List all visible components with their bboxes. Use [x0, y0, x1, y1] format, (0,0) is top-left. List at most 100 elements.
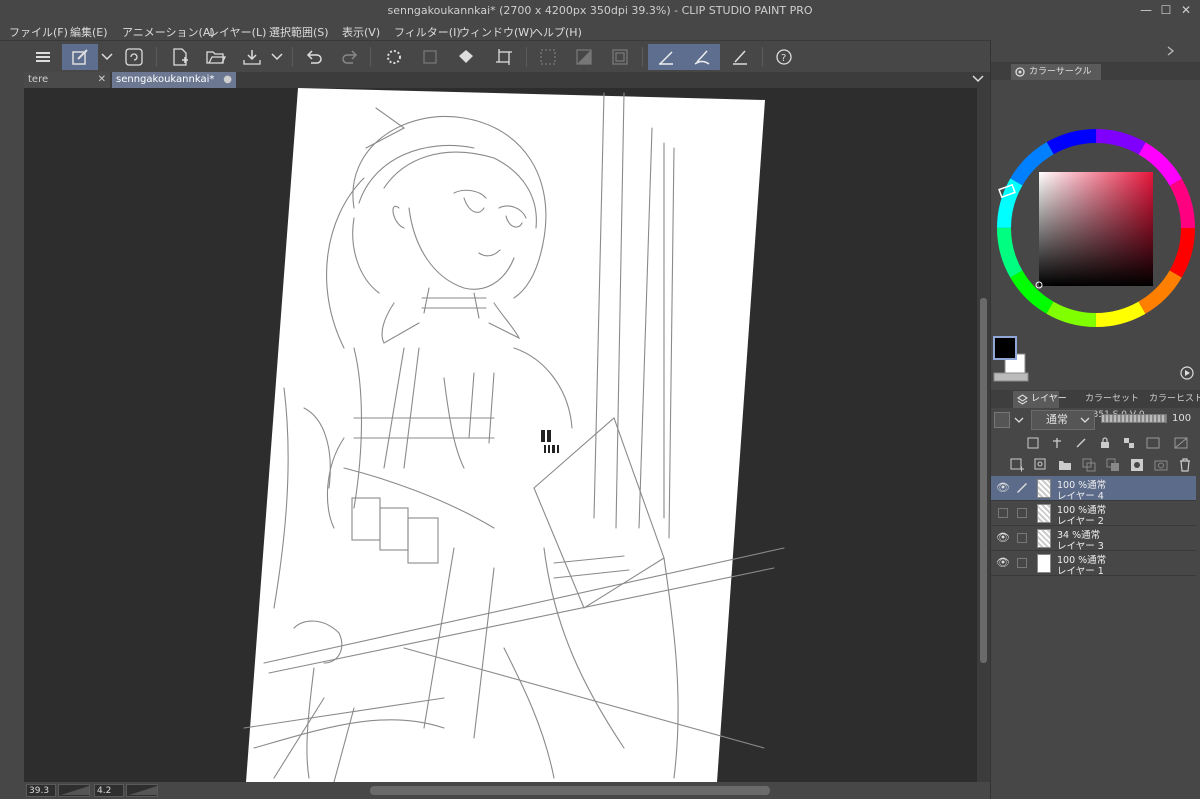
zoom-slider[interactable]	[58, 784, 90, 797]
transparent-color-swatch[interactable]	[993, 372, 1029, 382]
invert-selection-icon[interactable]	[570, 44, 598, 70]
trash-icon[interactable]	[1177, 457, 1193, 473]
transform-icon[interactable]	[416, 44, 444, 70]
menu-filter[interactable]: フィルター(I)	[394, 24, 461, 40]
menu-edit[interactable]: 編集(E)	[70, 24, 108, 40]
rotation-slider[interactable]	[126, 784, 158, 797]
zoom-value[interactable]: 39.3	[26, 784, 56, 797]
crop-icon[interactable]	[490, 44, 518, 70]
edit-checkbox[interactable]	[1017, 558, 1027, 568]
draft-layer-icon[interactable]	[1073, 435, 1089, 451]
chevron-down-icon[interactable]	[268, 44, 286, 70]
layer-name[interactable]: レイヤー 3	[1057, 538, 1104, 552]
chevron-down-icon[interactable]	[972, 75, 984, 84]
tab-label: tere	[28, 74, 49, 85]
unsaved-dot-icon[interactable]: ●	[223, 72, 232, 87]
menu-selection[interactable]: 選択範囲(S)	[269, 24, 329, 40]
snap-ruler-icon[interactable]	[648, 44, 684, 70]
new-folder-icon[interactable]	[1057, 457, 1073, 473]
chevron-right-icon[interactable]	[1167, 46, 1175, 56]
chevron-down-icon[interactable]	[1014, 417, 1024, 424]
menu-window[interactable]: ウィンドウ(W)	[459, 24, 533, 40]
close-button[interactable]: ✕	[1178, 2, 1194, 18]
eye-icon[interactable]: 👁	[996, 557, 1010, 569]
tab-senngakoukannkai[interactable]: senngakoukannkai* ●	[112, 72, 236, 88]
horizontal-scroll-thumb[interactable]	[370, 786, 770, 795]
tab-color-history[interactable]: カラーヒストリー	[1131, 391, 1200, 408]
eye-icon[interactable]: 👁	[996, 532, 1010, 544]
opacity-slider[interactable]	[1101, 414, 1167, 423]
layer-row[interactable]: 👁 100 %通常 レイヤー 1	[991, 551, 1196, 577]
main-color-swatch[interactable]	[993, 336, 1017, 360]
layer-name[interactable]: レイヤー 1	[1057, 563, 1104, 577]
rotation-value[interactable]: 4.2	[94, 784, 124, 797]
canvas-area[interactable]	[24, 88, 977, 782]
loading-spinner-icon[interactable]	[380, 44, 408, 70]
lock-transparency-icon[interactable]	[1121, 435, 1137, 451]
scroll-thumb[interactable]	[980, 298, 987, 663]
clip-layer-icon[interactable]	[1025, 435, 1041, 451]
layer-list-empty-area[interactable]	[991, 576, 1200, 799]
title-bar: senngakoukannkai* (2700 x 4200px 350dpi …	[0, 0, 1200, 22]
minimize-button[interactable]: —	[1138, 2, 1154, 18]
undo-icon[interactable]	[300, 44, 328, 70]
fill-bucket-icon[interactable]	[452, 44, 480, 70]
lock-icon[interactable]	[1097, 435, 1113, 451]
new-raster-layer-icon[interactable]	[1009, 457, 1025, 473]
layer-color-button[interactable]	[994, 412, 1010, 428]
menu-animation[interactable]: アニメーション(A)	[122, 24, 215, 40]
layer-name[interactable]: レイヤー 4	[1057, 488, 1104, 502]
new-file-icon[interactable]	[166, 44, 194, 70]
menu-hamburger-icon[interactable]	[29, 44, 57, 70]
sketch-canvas[interactable]	[24, 88, 977, 782]
tab-color-history-label: カラーヒストリー	[1149, 394, 1200, 404]
selection-border-icon[interactable]	[606, 44, 634, 70]
menu-file[interactable]: ファイル(F)	[9, 24, 68, 40]
edit-checkbox[interactable]	[1017, 533, 1027, 543]
close-icon[interactable]: ✕	[98, 72, 106, 87]
layer-option-icons	[991, 432, 1200, 454]
tab-color-circle-label: カラーサークル	[1029, 67, 1092, 77]
color-circle-area[interactable]: H 351 S 0 V 0	[991, 80, 1200, 420]
tab-layer-label: レイヤー	[1031, 394, 1067, 404]
layer-row[interactable]: 👁 34 %通常 レイヤー 3	[991, 526, 1196, 552]
help-icon[interactable]: ?	[770, 44, 798, 70]
redo-icon[interactable]	[336, 44, 364, 70]
layer-row[interactable]: 100 %通常 レイヤー 2	[991, 501, 1196, 527]
chevron-down-icon[interactable]	[98, 44, 116, 70]
layer-thumbnail	[1037, 504, 1051, 523]
mask-icon[interactable]	[1145, 435, 1161, 451]
blend-mode-select[interactable]: 通常	[1031, 410, 1095, 430]
merge-lower-icon[interactable]	[1105, 457, 1121, 473]
menu-view[interactable]: 表示(V)	[342, 24, 380, 40]
swirl-icon[interactable]	[120, 44, 148, 70]
snap-grid-icon[interactable]	[726, 44, 754, 70]
layer-row[interactable]: 👁 100 %通常 レイヤー 4	[991, 476, 1196, 502]
color-wheel[interactable]	[991, 80, 1200, 390]
tab-color-set[interactable]: カラーセット	[1067, 391, 1139, 408]
layer-mask-icon[interactable]	[1129, 457, 1145, 473]
maximize-button[interactable]: ☐	[1158, 2, 1174, 18]
apply-mask-icon[interactable]	[1153, 457, 1169, 473]
menu-layer[interactable]: レイヤー(L)	[208, 24, 266, 40]
layer-name[interactable]: レイヤー 2	[1057, 513, 1104, 527]
visibility-checkbox[interactable]	[998, 508, 1008, 518]
clip-studio-icon[interactable]	[62, 44, 98, 70]
palette-icon[interactable]	[1173, 435, 1189, 451]
reference-layer-icon[interactable]	[1049, 435, 1065, 451]
snap-special-ruler-icon[interactable]	[684, 44, 720, 70]
transfer-lower-icon[interactable]	[1081, 457, 1097, 473]
opacity-value[interactable]: 100	[1172, 413, 1191, 424]
eye-icon[interactable]: 👁	[996, 482, 1010, 494]
menu-help[interactable]: ヘルプ(H)	[532, 24, 582, 40]
save-icon[interactable]	[238, 44, 266, 70]
open-folder-icon[interactable]	[202, 44, 230, 70]
status-bar: 39.3 4.2	[24, 782, 990, 799]
new-vector-layer-icon[interactable]	[1033, 457, 1049, 473]
vertical-scrollbar[interactable]	[977, 88, 990, 782]
layer-thumbnail	[1037, 479, 1051, 498]
clear-selection-icon[interactable]	[534, 44, 562, 70]
edit-checkbox[interactable]	[1017, 508, 1027, 518]
tab-tere[interactable]: tere ✕	[24, 72, 110, 88]
layer-property-row: 通常 100	[991, 408, 1200, 432]
